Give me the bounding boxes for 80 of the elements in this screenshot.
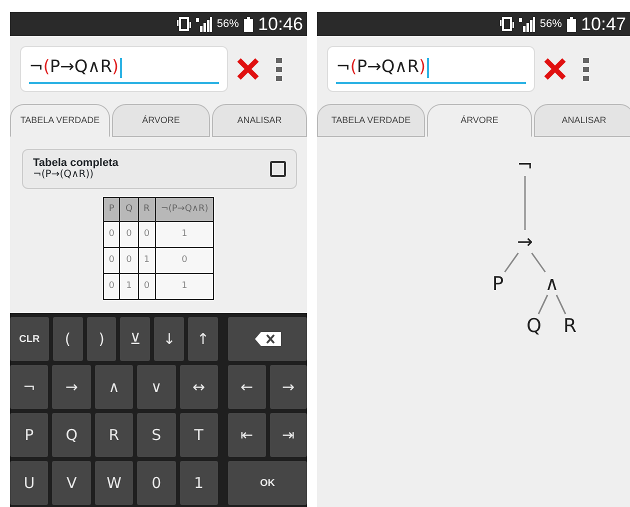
keyboard-key[interactable]: ¬	[10, 365, 48, 409]
keyboard-key[interactable]: S	[137, 413, 176, 457]
keyboard-key[interactable]: ∨	[137, 365, 176, 409]
tree-node-label: ∧	[545, 273, 559, 295]
battery-percentage: 56%	[216, 16, 239, 32]
keyboard-key[interactable]: )	[86, 317, 116, 361]
tab[interactable]: ANALISAR	[212, 104, 307, 137]
keyboard-key[interactable]: ↔	[180, 365, 218, 409]
keyboard-key[interactable]: ←	[228, 365, 266, 409]
column-header: ¬(P→Q∧R)	[155, 198, 214, 222]
keyboard-key[interactable]: R	[94, 413, 134, 457]
column-header: Q	[120, 198, 138, 222]
battery-percentage: 56%	[540, 16, 562, 32]
keyboard-key[interactable]: 0	[137, 461, 176, 505]
tab[interactable]: TABELA VERDADE	[317, 104, 425, 137]
signal-icon	[518, 16, 535, 32]
battery-icon	[244, 16, 253, 32]
clock-time: 10:46	[258, 15, 303, 33]
keyboard-key[interactable]: W	[94, 461, 134, 505]
option-formula: ¬(P→(Q∧R))	[33, 169, 95, 182]
table-cell: 0	[103, 248, 120, 274]
checkbox[interactable]	[270, 161, 286, 177]
table-cell: 0	[138, 222, 156, 248]
column-header: P	[103, 198, 120, 222]
keyboard-key[interactable]: ∧	[94, 365, 134, 409]
table-cell: 1	[155, 274, 214, 300]
clear-icon[interactable]	[543, 56, 567, 82]
table-cell: 0	[103, 274, 120, 300]
table-cell: 0	[120, 222, 138, 248]
tab[interactable]: ÁRVORE	[427, 104, 532, 137]
keyboard-key[interactable]: V	[52, 461, 91, 505]
option-title: Tabela completa	[33, 156, 118, 169]
vibrate-icon	[500, 17, 514, 31]
table-cell: 0	[120, 248, 138, 274]
keyboard-key[interactable]: (	[52, 317, 83, 361]
tree-node-label: P	[492, 273, 504, 295]
keyboard-key[interactable]: →	[270, 365, 307, 409]
menu-icon[interactable]	[276, 56, 282, 82]
keyboard-key[interactable]: P	[10, 413, 48, 457]
keyboard-key[interactable]: 1	[180, 461, 218, 505]
clock-time: 10:47	[580, 15, 626, 33]
formula-input[interactable]: ¬(P→Q∧R)	[327, 46, 535, 92]
menu-icon[interactable]	[583, 56, 589, 82]
tree-node-label: ¬	[517, 154, 533, 176]
backspace-key[interactable]	[228, 317, 307, 361]
battery-icon	[566, 16, 576, 32]
formula-input[interactable]: ¬(P→Q∧R)	[20, 46, 228, 92]
keyboard-key[interactable]: ⇤	[228, 413, 266, 457]
table-cell: 0	[138, 274, 156, 300]
tree-node-label: R	[563, 315, 577, 337]
keyboard-key[interactable]: U	[10, 461, 48, 505]
keyboard-key[interactable]: ↓	[154, 317, 184, 361]
tree-edge	[531, 252, 546, 272]
backspace-icon	[254, 332, 280, 346]
vibrate-icon	[176, 17, 191, 31]
keyboard-key[interactable]: OK	[228, 461, 307, 505]
tab[interactable]: ANALISAR	[534, 104, 630, 137]
signal-icon	[196, 16, 212, 32]
tree-node-label: Q	[526, 315, 542, 337]
tree-node-label: →	[517, 231, 533, 253]
keyboard-key[interactable]: T	[180, 413, 218, 457]
tab[interactable]: ÁRVORE	[112, 104, 210, 137]
table-cell: 0	[155, 248, 214, 274]
tree-edge	[556, 294, 566, 314]
keyboard-key[interactable]: →	[52, 365, 91, 409]
keyboard-key[interactable]: ⊻	[120, 317, 150, 361]
table-cell: 0	[103, 222, 120, 248]
keyboard-key[interactable]: ⇥	[270, 413, 307, 457]
tab[interactable]: TABELA VERDADE	[10, 104, 110, 137]
clear-icon[interactable]	[236, 56, 260, 82]
keyboard-key[interactable]: Q	[52, 413, 91, 457]
keyboard-key[interactable]: CLR	[10, 317, 49, 361]
tree-edge	[504, 252, 519, 272]
keyboard-key[interactable]: ↑	[188, 317, 218, 361]
column-header: R	[138, 198, 156, 222]
table-cell: 1	[120, 274, 138, 300]
table-cell: 1	[138, 248, 156, 274]
tree-edge	[538, 294, 548, 314]
table-cell: 1	[155, 222, 214, 248]
tree-edge	[524, 176, 526, 230]
